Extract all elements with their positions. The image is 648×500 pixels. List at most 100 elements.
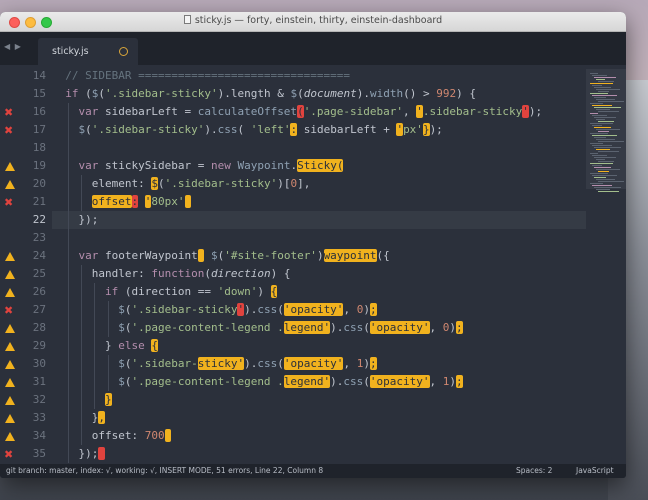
tab-sticky-js[interactable]: sticky.js — [38, 38, 138, 65]
code-line[interactable]: }, — [52, 409, 586, 427]
code-token: , — [429, 321, 443, 334]
code-line[interactable]: handler: function(direction) { — [52, 265, 586, 283]
minimap-line — [590, 143, 603, 144]
code-line[interactable]: $('.page-content-legend .legend').css('o… — [52, 373, 586, 391]
warning-highlight: ' — [416, 105, 423, 118]
code-line[interactable]: } — [52, 391, 586, 409]
code-line[interactable]: if (direction == 'down') { — [52, 283, 586, 301]
line-number[interactable]: 34 — [0, 427, 46, 445]
code-line[interactable]: var footerWaypoint $('#site-footer')wayp… — [52, 247, 586, 265]
warning-highlight: sticky' — [197, 357, 245, 370]
indent-guide — [68, 247, 69, 265]
error-icon[interactable]: ✖ — [4, 122, 13, 140]
warning-icon[interactable] — [5, 342, 15, 351]
line-number[interactable]: 24 — [0, 247, 46, 265]
code-line[interactable]: }); — [52, 211, 586, 229]
code-line[interactable]: if ($('.sidebar-sticky').length & $(docu… — [52, 85, 586, 103]
line-number[interactable]: 23 — [0, 229, 46, 247]
code-line[interactable]: element: $('.sidebar-sticky')[0], — [52, 175, 586, 193]
title-bar[interactable]: sticky.js — forty, einstein, thirty, ein… — [0, 12, 626, 32]
line-number-gutter[interactable]: 14 15 ✖ 16 ✖ 17 18 19 20 ✖ 21 22 23 24 25 26 ✖ 27 28 29 30 31… — [0, 65, 52, 478]
indent-guide — [68, 283, 69, 301]
line-number[interactable]: 18 — [0, 139, 46, 157]
code-token: css — [217, 123, 238, 136]
line-number[interactable]: ✖ 17 — [0, 121, 46, 139]
line-number[interactable]: 15 — [0, 85, 46, 103]
tab-navigation-arrows[interactable]: ◀ ▶ — [4, 42, 22, 51]
syntax-selector[interactable]: JavaScript — [576, 464, 614, 478]
status-bar: git branch: master, index: √, working: √… — [0, 464, 626, 478]
warning-icon[interactable] — [5, 360, 15, 369]
indent-guide — [81, 193, 83, 211]
line-number[interactable]: ✖ 35 — [0, 445, 46, 463]
code-editor[interactable]: // SIDEBAR =============================… — [52, 65, 586, 478]
line-number-text: 29 — [32, 339, 46, 352]
error-icon[interactable]: ✖ — [4, 446, 13, 464]
code-token: css — [257, 303, 278, 316]
warning-icon[interactable] — [5, 378, 15, 387]
error-icon[interactable]: ✖ — [4, 104, 13, 122]
code-line[interactable] — [52, 139, 586, 157]
code-line[interactable]: offset: 700 — [52, 427, 586, 445]
line-number-text: 25 — [32, 267, 46, 280]
code-token: ). — [244, 357, 258, 370]
code-line[interactable]: var sidebarLeft = calculateOffset('.page… — [52, 103, 586, 121]
code-token: if — [104, 285, 119, 298]
line-number-text: 16 — [32, 105, 46, 118]
code-token: '#site-footer' — [224, 249, 317, 262]
warning-icon[interactable] — [5, 396, 15, 405]
error-icon[interactable]: ✖ — [4, 194, 13, 212]
code-line[interactable]: $('.sidebar-sticky').css('opacity', 1); — [52, 355, 586, 373]
line-number[interactable]: 31 — [0, 373, 46, 391]
line-number[interactable]: ✖ 21 — [0, 193, 46, 211]
code-line[interactable]: $('.sidebar-sticky').css( 'left': sideba… — [52, 121, 586, 139]
warning-icon[interactable] — [5, 270, 15, 279]
warning-icon[interactable] — [5, 252, 15, 261]
line-number[interactable]: 22 — [0, 211, 46, 229]
warning-icon[interactable] — [5, 180, 15, 189]
line-number[interactable]: 29 — [0, 337, 46, 355]
warning-icon[interactable] — [5, 432, 15, 441]
unsaved-dot-icon[interactable] — [119, 47, 128, 56]
indent-guide — [81, 283, 83, 301]
line-number[interactable]: 19 — [0, 157, 46, 175]
warning-highlight: ; — [369, 303, 377, 316]
minimap[interactable] — [586, 65, 626, 470]
warning-icon[interactable] — [5, 414, 15, 423]
indentation-setting[interactable]: Spaces: 2 — [516, 464, 552, 478]
code-line[interactable] — [52, 229, 586, 247]
line-number[interactable]: ✖ 27 — [0, 301, 46, 319]
indent-guide — [68, 265, 69, 283]
warning-highlight: waypoint — [323, 249, 377, 262]
code-line[interactable]: var stickySidebar = new Waypoint.Sticky( — [52, 157, 586, 175]
error-icon[interactable]: ✖ — [4, 302, 13, 320]
minimap-line — [592, 165, 602, 166]
code-line[interactable]: $('.sidebar-sticky').css('opacity', 0); — [52, 301, 586, 319]
code-line[interactable]: $('.page-content-legend .legend').css('o… — [52, 319, 586, 337]
line-number[interactable]: 14 — [0, 67, 46, 85]
warning-icon[interactable] — [5, 162, 15, 171]
line-number[interactable]: 20 — [0, 175, 46, 193]
warning-highlight: ; — [456, 375, 463, 388]
line-number[interactable]: 30 — [0, 355, 46, 373]
code-token: & — [270, 87, 291, 100]
line-number[interactable]: 32 — [0, 391, 46, 409]
line-number-text: 19 — [32, 159, 46, 172]
line-number[interactable]: ✖ 16 — [0, 103, 46, 121]
warning-icon[interactable] — [5, 288, 15, 297]
line-number[interactable]: 33 — [0, 409, 46, 427]
warning-highlight: 'opacity' — [369, 321, 430, 334]
line-number[interactable]: 28 — [0, 319, 46, 337]
line-number[interactable]: 26 — [0, 283, 46, 301]
code-line[interactable]: }); — [52, 445, 586, 463]
code-line[interactable]: offset: '80px' — [52, 193, 586, 211]
line-number[interactable]: 25 — [0, 265, 46, 283]
code-line[interactable]: } else { — [52, 337, 586, 355]
warning-icon[interactable] — [5, 324, 15, 333]
code-token: ). — [217, 87, 231, 100]
code-line[interactable]: // SIDEBAR =============================… — [52, 67, 586, 85]
warning-highlight — [184, 195, 192, 208]
